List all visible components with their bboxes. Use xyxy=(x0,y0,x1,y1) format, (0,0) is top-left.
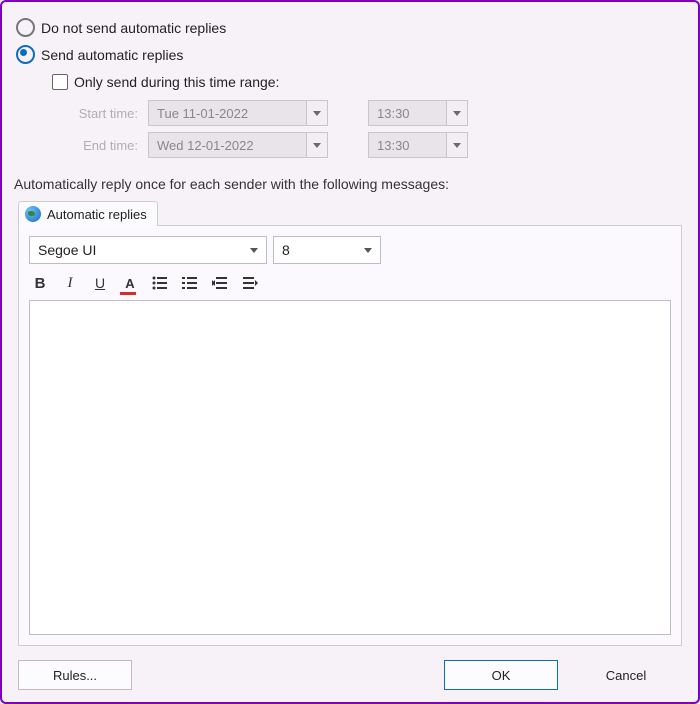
numbered-list-icon xyxy=(182,276,198,290)
font-color-button[interactable]: A xyxy=(121,274,139,292)
bullet-list-button[interactable] xyxy=(151,274,169,292)
end-time-label: End time: xyxy=(68,138,148,153)
tab-automatic-replies[interactable]: Automatic replies xyxy=(18,201,158,226)
option-do-not-send[interactable]: Do not send automatic replies xyxy=(16,18,690,37)
option-send-label: Send automatic replies xyxy=(41,47,183,63)
end-time-value: 13:30 xyxy=(368,132,447,158)
font-family-value: Segoe UI xyxy=(38,242,96,258)
radio-on-icon xyxy=(16,45,35,64)
only-during-label: Only send during this time range: xyxy=(74,74,279,90)
italic-button[interactable]: I xyxy=(61,274,79,292)
only-during-range[interactable]: Only send during this time range: xyxy=(52,74,690,90)
indent-icon xyxy=(242,276,258,290)
message-header: Automatically reply once for each sender… xyxy=(14,176,690,192)
chevron-down-icon xyxy=(313,143,321,148)
option-do-not-send-label: Do not send automatic replies xyxy=(41,20,226,36)
radio-off-icon xyxy=(16,18,35,37)
outdent-button[interactable] xyxy=(211,274,229,292)
start-time-combo[interactable]: 13:30 xyxy=(368,100,468,126)
globe-icon xyxy=(25,206,41,222)
rules-button[interactable]: Rules... xyxy=(18,660,132,690)
bold-button[interactable]: B xyxy=(31,274,49,292)
reply-tabs: Automatic replies xyxy=(18,200,690,225)
bullet-list-icon xyxy=(152,276,168,290)
ok-button[interactable]: OK xyxy=(444,660,558,690)
time-range-grid: Start time: Tue 11-01-2022 13:30 End tim… xyxy=(68,100,690,158)
start-date-value: Tue 11-01-2022 xyxy=(148,100,307,126)
end-date-dropdown[interactable] xyxy=(307,132,328,158)
format-toolbar: B I U A xyxy=(29,272,671,300)
font-size-select[interactable]: 8 xyxy=(273,236,381,264)
outdent-icon xyxy=(212,276,228,290)
autoreply-dialog: Do not send automatic replies Send autom… xyxy=(0,0,700,704)
end-date-value: Wed 12-01-2022 xyxy=(148,132,307,158)
chevron-down-icon xyxy=(313,111,321,116)
start-time-dropdown[interactable] xyxy=(447,100,468,126)
start-time-label: Start time: xyxy=(68,106,148,121)
message-body-textarea[interactable] xyxy=(29,300,671,635)
checkbox-icon xyxy=(52,74,68,90)
cancel-button[interactable]: Cancel xyxy=(570,661,682,689)
font-size-value: 8 xyxy=(282,242,290,258)
end-time-combo[interactable]: 13:30 xyxy=(368,132,468,158)
font-family-select[interactable]: Segoe UI xyxy=(29,236,267,264)
chevron-down-icon xyxy=(453,111,461,116)
end-time-dropdown[interactable] xyxy=(447,132,468,158)
dialog-footer: Rules... OK Cancel xyxy=(10,654,690,694)
chevron-down-icon xyxy=(453,143,461,148)
end-date-combo[interactable]: Wed 12-01-2022 xyxy=(148,132,328,158)
underline-button[interactable]: U xyxy=(91,274,109,292)
numbered-list-button[interactable] xyxy=(181,274,199,292)
indent-button[interactable] xyxy=(241,274,259,292)
start-date-combo[interactable]: Tue 11-01-2022 xyxy=(148,100,328,126)
start-time-value: 13:30 xyxy=(368,100,447,126)
editor-panel: Segoe UI 8 B I U A xyxy=(18,225,682,646)
tab-label: Automatic replies xyxy=(47,207,147,222)
option-send[interactable]: Send automatic replies xyxy=(16,45,690,64)
format-row: Segoe UI 8 xyxy=(29,236,671,264)
start-date-dropdown[interactable] xyxy=(307,100,328,126)
